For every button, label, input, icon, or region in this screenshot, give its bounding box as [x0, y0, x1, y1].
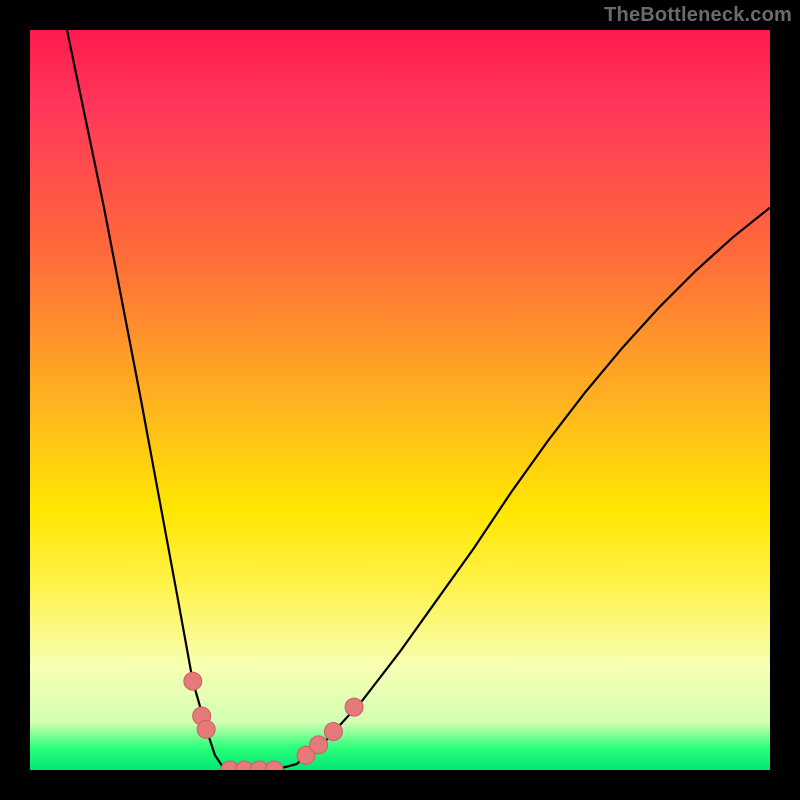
marker-left-3 — [197, 720, 215, 738]
marker-left-1 — [184, 672, 202, 690]
bottleneck-curve — [67, 30, 770, 770]
markers-group — [184, 672, 363, 770]
watermark-text: TheBottleneck.com — [604, 4, 792, 27]
chart-svg — [30, 30, 770, 770]
marker-right-3 — [324, 723, 342, 741]
marker-right-2 — [310, 736, 328, 754]
chart-stage: TheBottleneck.com — [0, 0, 800, 800]
marker-bottom-4 — [265, 761, 283, 770]
plot-area — [30, 30, 770, 770]
marker-right-4 — [345, 698, 363, 716]
